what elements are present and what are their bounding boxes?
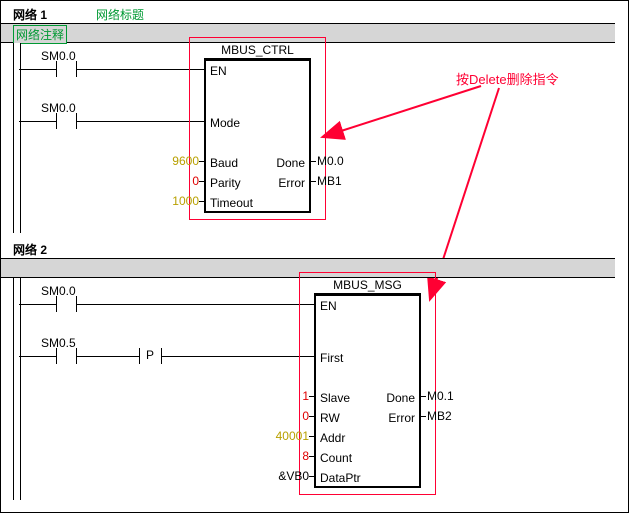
n1-rung2-seg2 <box>76 121 204 122</box>
network1-label: 网络 1 <box>13 6 47 23</box>
n1-rung2-seg1 <box>19 121 56 122</box>
n1-rung1-seg2 <box>76 69 204 70</box>
n2-rung2-seg2 <box>76 356 139 357</box>
fb1-stub-error <box>311 181 316 182</box>
fb2-stub-rw <box>309 416 314 417</box>
fb2-stub-count <box>309 456 314 457</box>
fb2-title-underline <box>314 293 421 294</box>
fb1-out-error: MB1 <box>317 174 342 188</box>
n2-contact1-l <box>56 296 57 312</box>
fb2-stub-done <box>421 396 426 397</box>
fb1-title-underline <box>204 58 311 59</box>
fb1-stub-done <box>311 161 316 162</box>
network1-subtitle: 网络标题 <box>96 6 144 23</box>
n1-contact1-l <box>56 61 57 77</box>
fb2-stub-slave <box>309 396 314 397</box>
n2-rung1-seg2 <box>76 304 314 305</box>
network2-label: 网络 2 <box>13 241 47 258</box>
n2-rung2-seg3 <box>161 356 314 357</box>
n1-contact1-label: SM0.0 <box>41 49 76 63</box>
fb2-stub-dptr <box>309 476 314 477</box>
n1-rung1-seg1 <box>19 69 56 70</box>
delete-note: 按Delete删除指令 <box>456 69 559 88</box>
fb2-val-rw: 0 <box>269 409 309 423</box>
n2-rung2-seg1 <box>19 356 56 357</box>
n2-contact1-label: SM0.0 <box>41 284 76 298</box>
canvas: 网络 1 网络标题 网络注释 SM0.0 SM0.0 MBUS_CTRL EN … <box>0 0 629 513</box>
n2-p-label: P <box>146 348 154 362</box>
network2-header: 网络 2 <box>1 239 628 258</box>
fb2-val-count: 8 <box>269 449 309 463</box>
fb1-stub-timeout <box>199 201 204 202</box>
fb2-val-dptr: &VB0 <box>269 469 309 483</box>
fb1-val-parity: 0 <box>159 174 199 188</box>
fb2-val-slave: 1 <box>269 389 309 403</box>
network1-rail <box>13 43 21 233</box>
n2-rung1-seg1 <box>19 304 56 305</box>
network1-header: 网络 1 网络标题 <box>1 4 628 23</box>
fb1-val-timeout: 1000 <box>159 194 199 208</box>
fb2-stub-addr <box>309 436 314 437</box>
network2-rail <box>13 278 21 500</box>
fb2-out-error: MB2 <box>427 409 452 423</box>
n1-contact2-label: SM0.0 <box>41 101 76 115</box>
fb2-val-addr: 40001 <box>269 429 309 443</box>
fb1-val-baud: 9600 <box>159 154 199 168</box>
fb2-stub-error <box>421 416 426 417</box>
n2-p-l <box>139 348 140 364</box>
fb2-out-done: M0.1 <box>427 389 454 403</box>
fb2-selection[interactable] <box>299 272 436 495</box>
n1-contact2-l <box>56 113 57 129</box>
fb1-stub-parity <box>199 181 204 182</box>
fb1-selection[interactable] <box>189 37 326 220</box>
network1-comment[interactable]: 网络注释 <box>13 25 67 44</box>
n2-contact2-label: SM0.5 <box>41 336 76 350</box>
n2-contact2-l <box>56 348 57 364</box>
fb1-stub-baud <box>199 161 204 162</box>
fb1-out-done: M0.0 <box>317 154 344 168</box>
